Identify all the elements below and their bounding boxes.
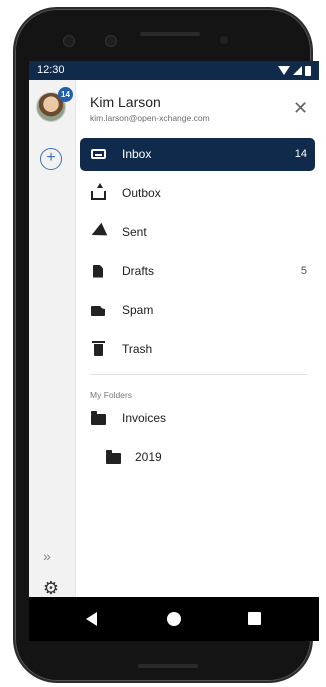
folder-item-drafts[interactable]: Drafts 5	[80, 255, 315, 288]
camera-icon	[63, 35, 75, 47]
settings-button[interactable]: ⚙	[41, 578, 61, 598]
battery-icon	[305, 65, 311, 76]
folder-label: Drafts	[122, 264, 155, 278]
folder-label: Sent	[122, 225, 147, 239]
recent-apps-icon[interactable]	[248, 612, 261, 625]
my-folders-heading: My Folders	[90, 390, 133, 400]
folder-label: Invoices	[122, 411, 167, 425]
folder-label: 2019	[135, 450, 162, 464]
gear-icon: ⚙	[42, 578, 60, 598]
folder-count: 5	[300, 265, 307, 277]
folder-icon	[105, 449, 121, 464]
screen: 12:30 14 + » ⚙ Kim Larson kim.larson@ope…	[29, 61, 319, 641]
close-button[interactable]: ✕	[293, 99, 308, 117]
camera-icon	[105, 35, 117, 47]
spam-icon	[90, 300, 109, 317]
draft-icon	[90, 264, 106, 278]
left-rail: 14 + » ⚙	[29, 80, 76, 598]
folder-item-outbox[interactable]: Outbox	[80, 177, 315, 210]
folder-label: Inbox	[122, 147, 152, 161]
sensor	[220, 36, 228, 44]
wifi-icon	[278, 66, 290, 75]
android-nav-bar	[29, 597, 319, 641]
send-icon	[88, 222, 108, 242]
account-email: kim.larson@open-xchange.com	[90, 113, 210, 123]
status-icons	[278, 65, 311, 76]
signal-icon	[293, 66, 302, 75]
home-icon[interactable]	[167, 612, 181, 626]
account-name: Kim Larson	[90, 94, 161, 110]
status-bar: 12:30	[29, 61, 319, 80]
folder-item-trash[interactable]: Trash	[80, 333, 315, 366]
folder-count: 14	[294, 148, 307, 160]
compose-button[interactable]: +	[40, 148, 62, 170]
close-icon: ✕	[293, 98, 309, 118]
expand-button[interactable]: »	[43, 549, 51, 563]
divider	[90, 374, 307, 375]
bottom-speaker	[138, 664, 198, 668]
plus-icon: +	[46, 149, 56, 166]
status-time: 12:30	[37, 64, 65, 76]
inbox-icon	[90, 147, 106, 161]
earpiece	[140, 32, 200, 36]
outbox-icon	[90, 182, 106, 200]
folder-item-2019[interactable]: 2019	[80, 441, 315, 474]
double-chevron-right-icon: »	[43, 548, 51, 564]
folder-item-invoices[interactable]: Invoices	[80, 402, 315, 435]
trash-icon	[90, 341, 106, 356]
back-icon[interactable]	[86, 612, 97, 626]
unread-badge: 14	[58, 87, 73, 102]
folder-item-sent[interactable]: Sent	[80, 216, 315, 249]
folder-label: Spam	[122, 303, 154, 317]
folder-label: Trash	[122, 342, 153, 356]
folder-icon	[90, 410, 106, 425]
folder-label: Outbox	[122, 186, 161, 200]
folder-item-spam[interactable]: Spam	[80, 294, 315, 327]
folder-item-inbox[interactable]: Inbox 14	[80, 138, 315, 171]
